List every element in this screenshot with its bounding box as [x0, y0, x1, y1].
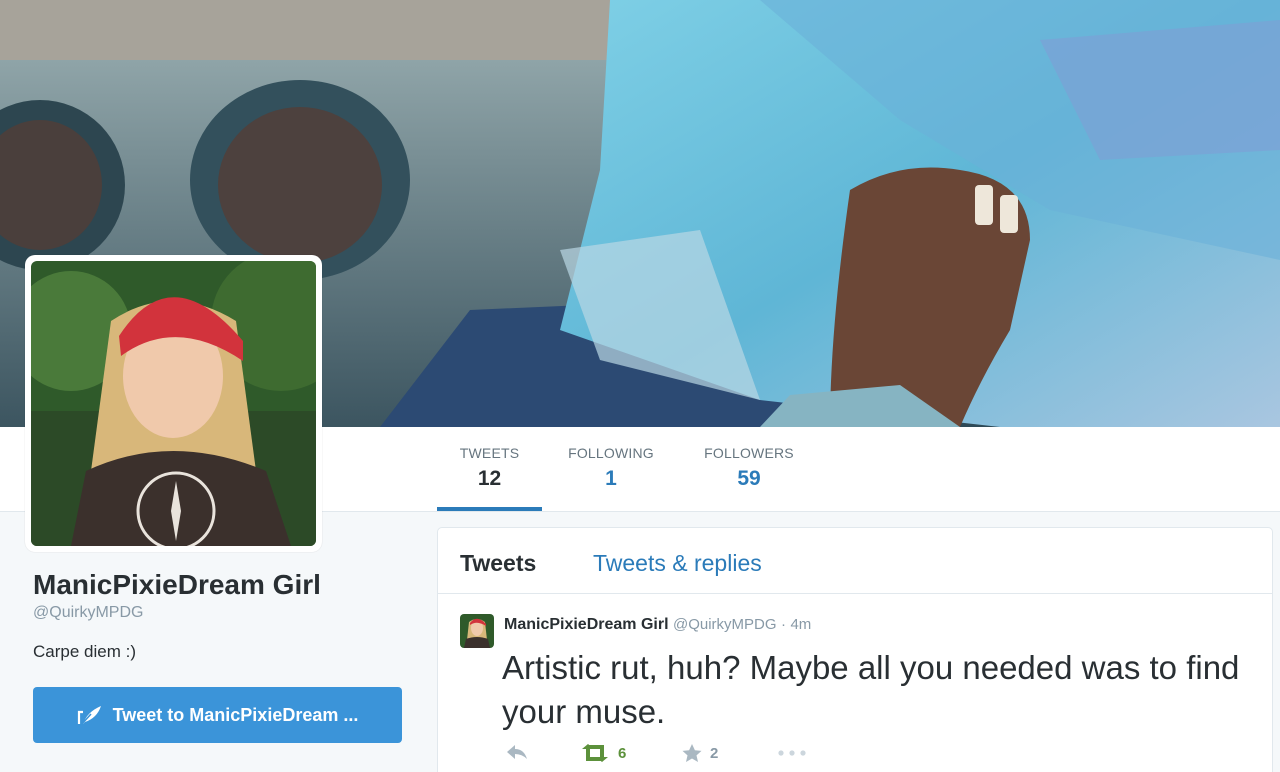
more-button[interactable]: [778, 750, 806, 756]
retweet-count: 6: [618, 744, 627, 762]
retweet-button[interactable]: 6: [580, 744, 626, 762]
tweet-avatar-image: [460, 614, 494, 648]
tweet-author-name[interactable]: ManicPixieDream Girl: [504, 616, 669, 633]
stat-following[interactable]: FOLLOWING 1: [553, 445, 669, 491]
tweet-separator: ·: [781, 616, 786, 633]
tweet-timestamp[interactable]: 4m: [790, 616, 811, 633]
reply-icon: [507, 745, 527, 759]
favorite-count: 2: [710, 745, 719, 762]
profile-avatar[interactable]: [25, 255, 322, 552]
profile-bio: Carpe diem :): [33, 642, 136, 661]
stat-followers-count: 59: [737, 467, 761, 490]
tweet-avatar[interactable]: [460, 614, 494, 648]
tab-tweets[interactable]: Tweets: [460, 550, 536, 577]
tweet-to-button-label: Tweet to ManicPixieDream ...: [112, 704, 359, 725]
stat-tweets-label: TWEETS: [459, 445, 520, 461]
retweet-icon: [582, 744, 608, 762]
stat-following-count: 1: [605, 467, 617, 490]
star-icon: [682, 744, 702, 762]
quill-icon: [77, 706, 101, 726]
profile-full-name[interactable]: ManicPixieDream Girl: [33, 569, 321, 601]
profile-screen-name[interactable]: @QuirkyMPDG: [33, 604, 143, 622]
tab-tweets-and-replies[interactable]: Tweets & replies: [593, 550, 762, 577]
timeline-tabs: Tweets Tweets & replies: [438, 528, 1272, 594]
tweet-author-handle[interactable]: @QuirkyMPDG: [673, 616, 777, 633]
stat-tweets[interactable]: TWEETS 12: [437, 445, 542, 491]
stat-followers[interactable]: FOLLOWERS 59: [690, 445, 808, 491]
reply-button[interactable]: [506, 744, 528, 760]
timeline: Tweets Tweets & replies ManicPixieDream …: [437, 527, 1273, 772]
tweet-header: ManicPixieDream Girl @QuirkyMPDG · 4m: [504, 616, 811, 634]
tweet-item[interactable]: ManicPixieDream Girl @QuirkyMPDG · 4m Ar…: [438, 594, 1272, 772]
stat-followers-label: FOLLOWERS: [704, 445, 794, 461]
tweet-actions: 6 2: [504, 736, 904, 772]
stat-tweets-count: 12: [477, 467, 502, 490]
tweet-text: Artistic rut, huh? Maybe all you needed …: [502, 649, 1240, 730]
active-tab-indicator: [437, 507, 542, 511]
tweet-to-button[interactable]: Tweet to ManicPixieDream ...: [33, 687, 402, 743]
favorite-button[interactable]: 2: [682, 744, 718, 763]
stat-following-label: FOLLOWING: [568, 445, 654, 461]
more-dots-icon: [778, 750, 806, 756]
avatar-image: [31, 261, 316, 546]
